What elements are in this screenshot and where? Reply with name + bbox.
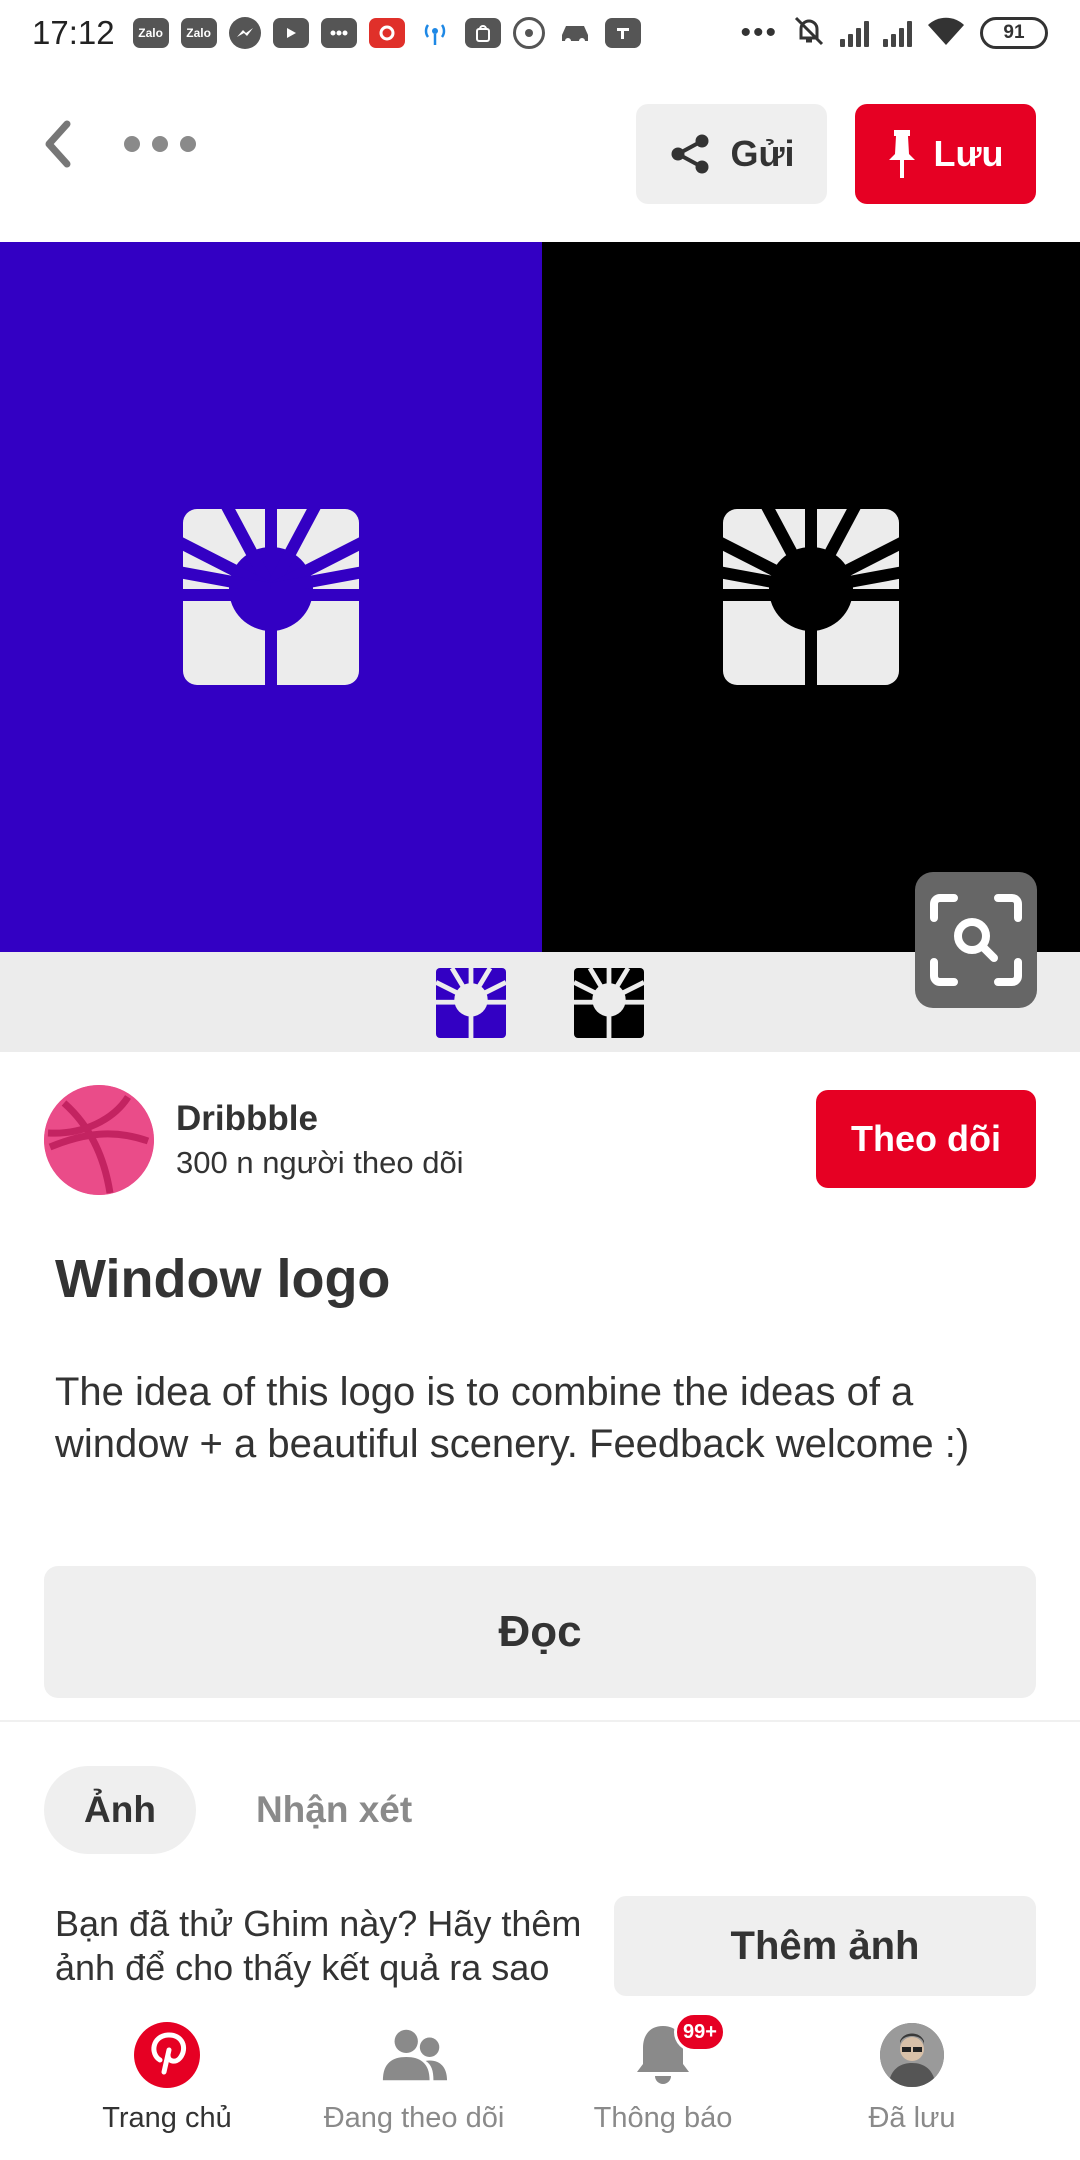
creator-row: Dribbble 300 n người theo dõi Theo dõi	[44, 1085, 1036, 1195]
dot	[180, 136, 196, 152]
pin-icon	[889, 130, 916, 178]
pin-title: Window logo	[55, 1249, 391, 1309]
read-button[interactable]: Đọc	[44, 1566, 1036, 1698]
back-button[interactable]	[34, 120, 82, 168]
tab-comments[interactable]: Nhận xét	[216, 1766, 452, 1854]
shopee-icon	[464, 18, 501, 48]
dot	[152, 136, 168, 152]
system-status: ••• 91	[740, 14, 1048, 53]
pin-description: The idea of this logo is to combine the …	[55, 1370, 970, 1466]
more-options-button[interactable]	[124, 126, 196, 162]
status-bar: 17:12 Zalo Zalo ••• 91	[0, 0, 1080, 66]
chrome-icon	[512, 17, 545, 49]
share-icon	[671, 134, 709, 174]
messenger-icon	[228, 17, 261, 49]
creator-name[interactable]: Dribbble	[176, 1099, 318, 1139]
creator-avatar[interactable]	[44, 1085, 154, 1195]
zalo-icon: Zalo	[180, 18, 217, 48]
avatar	[880, 2023, 944, 2087]
save-button[interactable]: Lưu	[855, 104, 1036, 204]
dribbble-icon	[44, 1085, 154, 1195]
mute-icon	[792, 14, 826, 53]
nav-saved[interactable]: Đã lưu	[777, 2020, 1047, 2150]
nav-following[interactable]: Đang theo dõi	[279, 2020, 549, 2150]
zalo-icon: Zalo	[132, 18, 169, 48]
divider	[0, 1720, 1080, 1722]
creator-followers: 300 n người theo dõi	[176, 1145, 464, 1180]
pinterest-icon	[134, 2022, 200, 2088]
more-notifications-icon: •••	[740, 16, 778, 49]
tried-prompt: Bạn đã thử Ghim này? Hãy thêm ảnh để cho…	[55, 1903, 582, 1988]
pin-image[interactable]	[0, 242, 1080, 952]
send-button[interactable]: Gửi	[636, 104, 827, 204]
notification-badge: 99+	[674, 2012, 726, 2052]
window-logo-icon	[723, 509, 899, 685]
logo-panel-blue	[0, 242, 542, 952]
sms-icon	[320, 18, 357, 48]
dot	[124, 136, 140, 152]
add-photo-button[interactable]: Thêm ảnh	[614, 1896, 1036, 1996]
youtube-icon	[272, 18, 309, 48]
nav-label: Trang chủ	[102, 2102, 232, 2134]
nav-label: Thông báo	[593, 2102, 733, 2134]
tiki-icon	[604, 18, 641, 48]
lens-search-icon	[930, 894, 1022, 986]
chevron-left-icon	[45, 120, 71, 168]
notification-icons: Zalo Zalo	[132, 17, 641, 49]
tabs: Ảnh Nhận xét	[44, 1766, 452, 1854]
nav-home[interactable]: Trang chủ	[32, 2020, 302, 2150]
follow-button[interactable]: Theo dõi	[816, 1090, 1036, 1188]
wifi-icon	[926, 15, 966, 52]
nav-label: Đang theo dõi	[323, 2102, 505, 2134]
bottom-navigation: Trang chủ Đang theo dõi 99+ Thông báo Đã…	[0, 2006, 1080, 2160]
car-icon	[557, 18, 593, 48]
window-logo-icon	[183, 509, 359, 685]
send-label: Gửi	[730, 133, 795, 174]
status-time: 17:12	[32, 14, 115, 51]
logo-panel-black	[542, 242, 1080, 952]
thumbnail-black[interactable]	[574, 968, 644, 1038]
hotspot-icon	[417, 18, 453, 48]
tab-photos[interactable]: Ảnh	[44, 1766, 196, 1854]
nav-label: Đã lưu	[868, 2102, 956, 2134]
thumbnail-blue[interactable]	[436, 968, 506, 1038]
people-icon	[382, 2029, 448, 2081]
visual-search-button[interactable]	[915, 872, 1037, 1008]
signal-icon	[840, 19, 869, 47]
battery-icon: 91	[980, 17, 1048, 49]
signal-icon	[883, 19, 912, 47]
nav-notifications[interactable]: 99+ Thông báo	[528, 2012, 798, 2150]
top-bar: Gửi Lưu	[0, 66, 1080, 242]
app-icon	[368, 18, 405, 48]
save-label: Lưu	[933, 133, 1004, 174]
